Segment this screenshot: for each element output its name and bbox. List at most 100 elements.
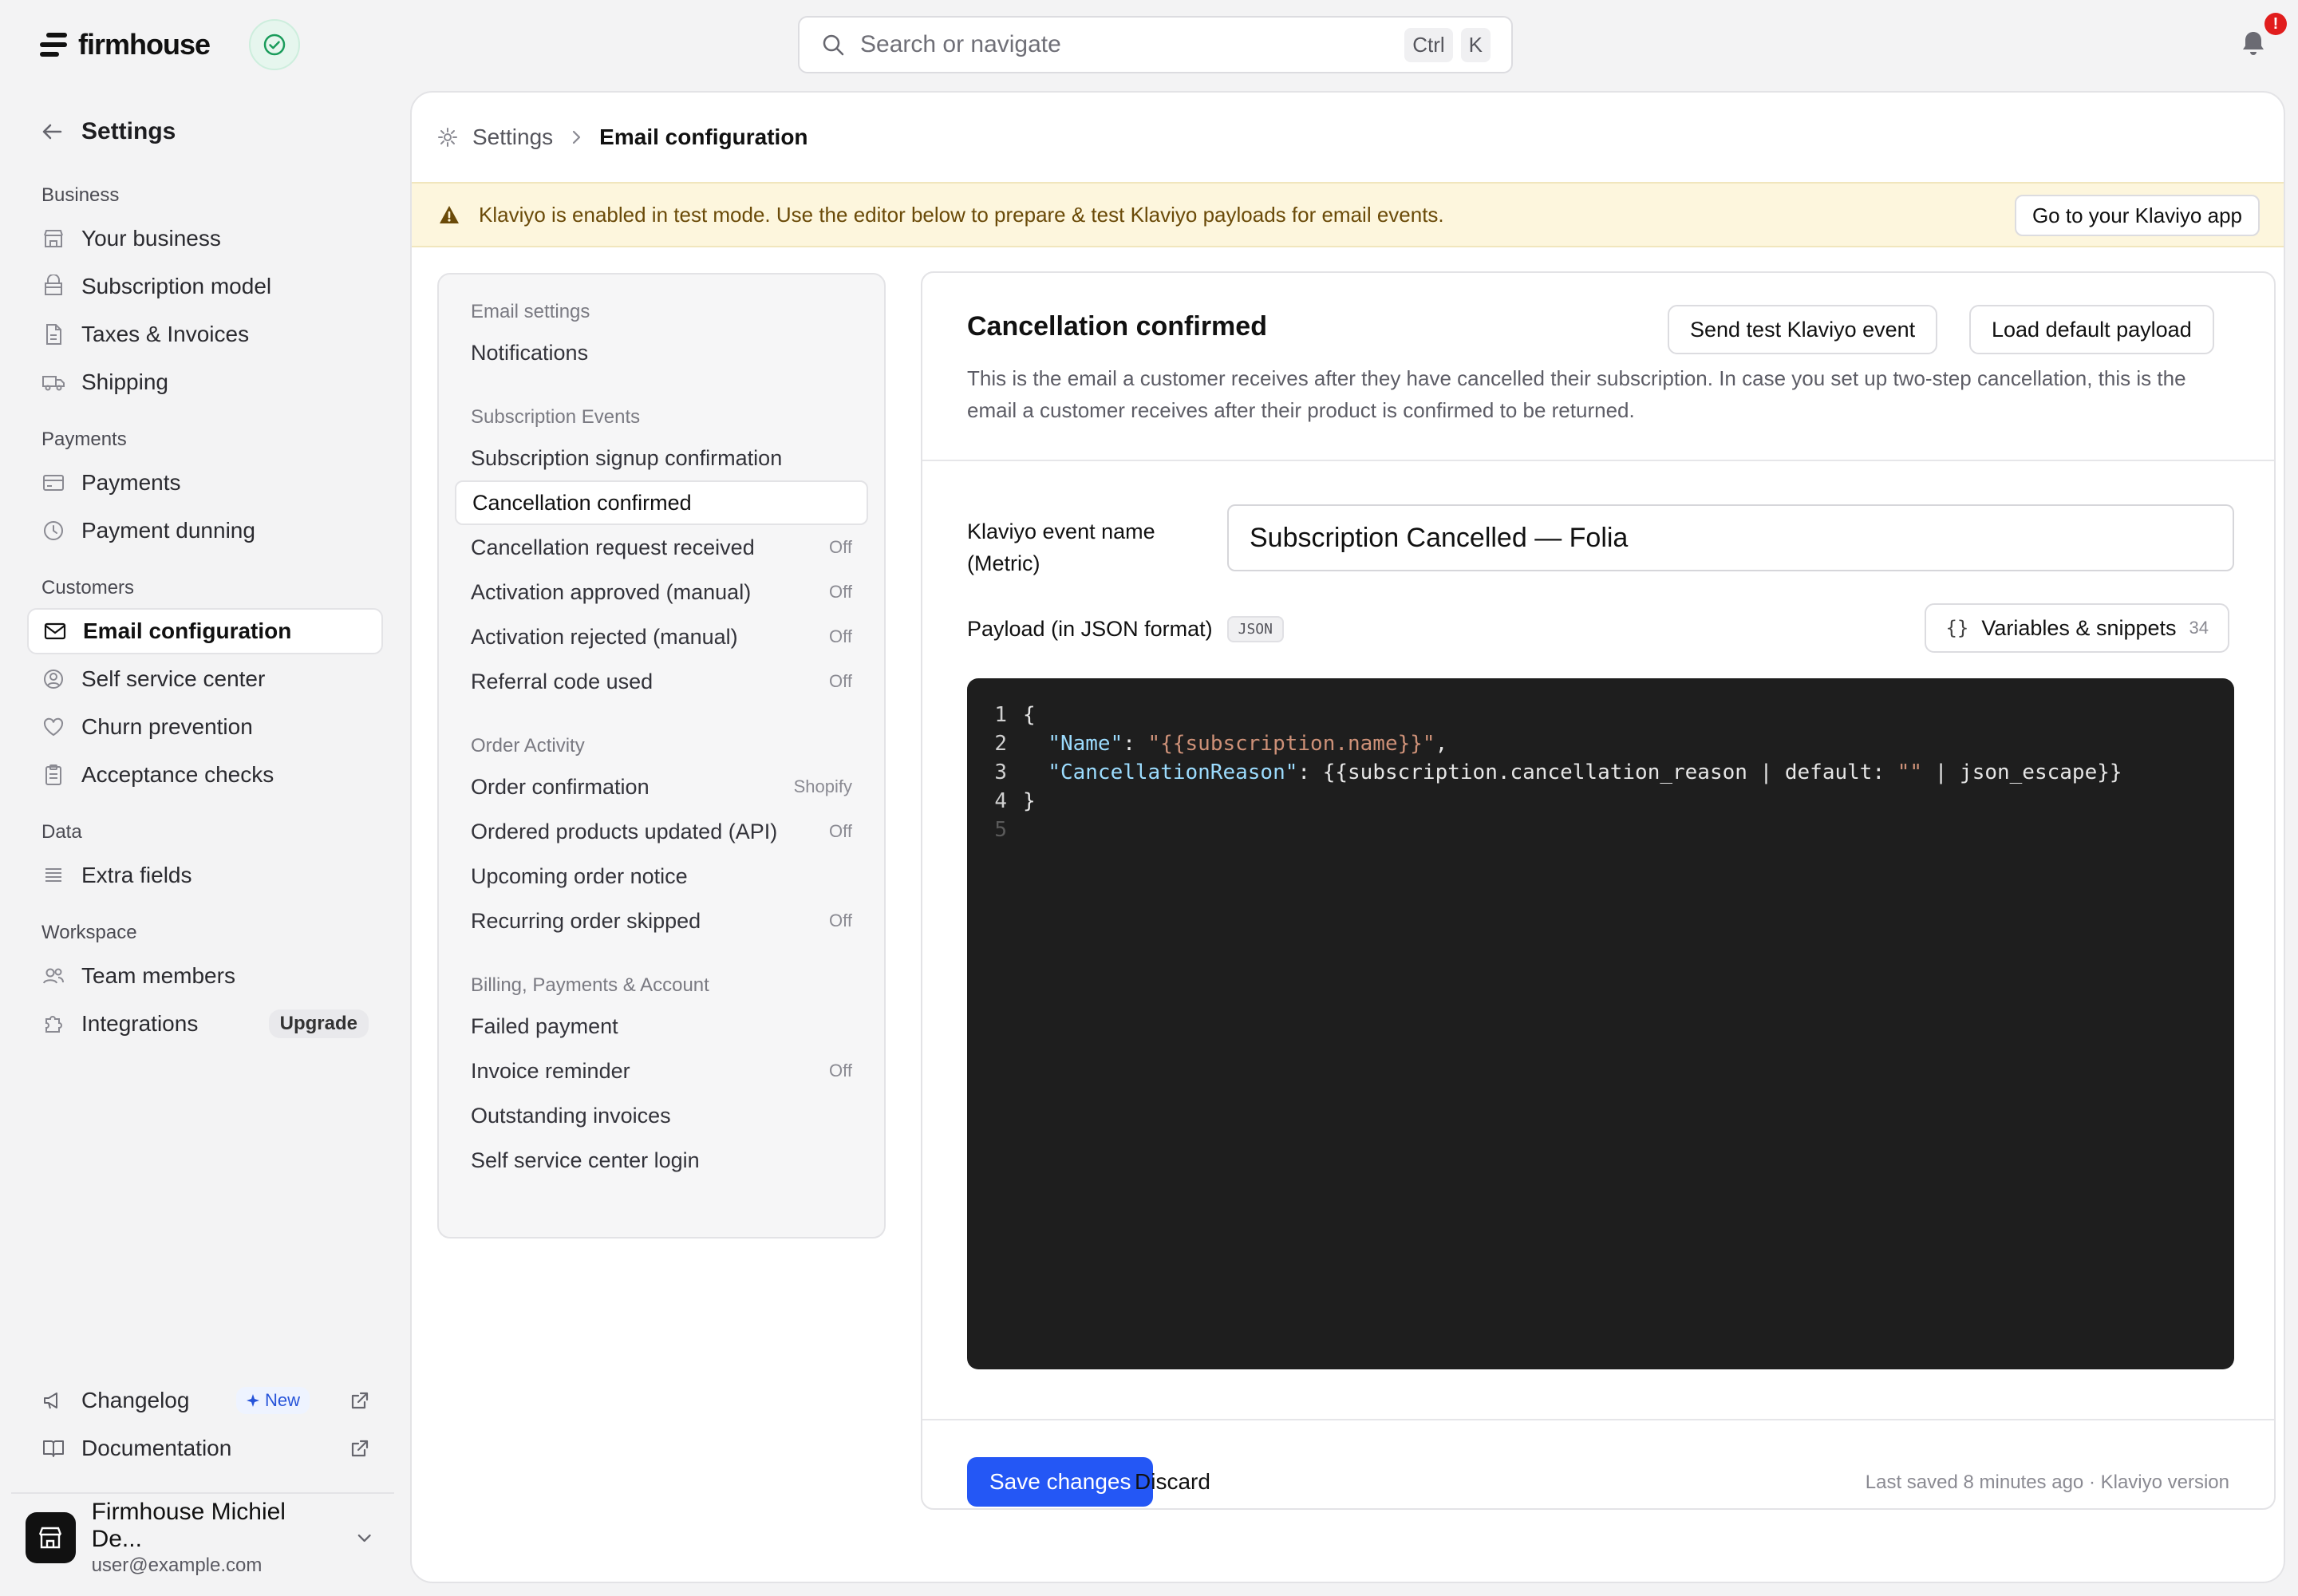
sidebar-item-taxes-invoices[interactable]: Taxes & Invoices bbox=[27, 311, 383, 358]
mail-icon bbox=[44, 622, 66, 640]
event-status-tag: Off bbox=[829, 626, 852, 646]
send-test-event-button[interactable]: Send test Klaviyo event bbox=[1668, 305, 1938, 354]
event-cancellation-request-received[interactable]: Cancellation request received Off bbox=[455, 525, 868, 570]
store-icon bbox=[39, 1527, 62, 1549]
sidebar-item-team-members[interactable]: Team members bbox=[27, 953, 383, 999]
event-subscription-signup-confirmation[interactable]: Subscription signup confirmation bbox=[455, 436, 868, 480]
upgrade-badge[interactable]: Upgrade bbox=[268, 1009, 369, 1038]
sidebar-item-payments[interactable]: Payments bbox=[27, 460, 383, 506]
account-email: user@example.com bbox=[91, 1555, 263, 1576]
save-changes-button[interactable]: Save changes bbox=[967, 1457, 1154, 1507]
event-referral-code-used[interactable]: Referral code used Off bbox=[455, 659, 868, 704]
sidebar-item-shipping[interactable]: Shipping bbox=[27, 359, 383, 405]
braces-icon: {} bbox=[1945, 617, 1969, 639]
shortcut-key-k: K bbox=[1460, 27, 1491, 62]
code-line: 5 bbox=[986, 816, 2234, 844]
sidebar-item-label: Churn prevention bbox=[81, 714, 253, 739]
code-token: {{subscription.cancellation_reason | def… bbox=[1322, 760, 1897, 784]
new-badge-label: New bbox=[264, 1390, 300, 1410]
sidebar-header[interactable]: Settings bbox=[40, 118, 176, 145]
global-search[interactable]: Search or navigate Ctrl K bbox=[798, 16, 1513, 73]
event-status-tag: Shopify bbox=[793, 776, 852, 796]
external-link-icon bbox=[351, 1392, 369, 1409]
json-code-editor[interactable]: 1{ 2 "Name": "{{subscription.name}}", 3 … bbox=[967, 678, 2234, 1369]
brand-logo[interactable]: firmhouse bbox=[38, 27, 211, 62]
breadcrumb-settings[interactable]: Settings bbox=[472, 124, 553, 150]
line-number: 5 bbox=[994, 818, 1007, 842]
event-label: Self service center login bbox=[471, 1148, 700, 1172]
sidebar-item-your-business[interactable]: Your business bbox=[27, 215, 383, 262]
document-icon bbox=[46, 324, 61, 345]
event-name-label: Klaviyo event name (Metric) bbox=[967, 519, 1155, 575]
sidebar-bottom-links: Changelog New Documentation bbox=[27, 1376, 383, 1473]
sidebar-item-label: Taxes & Invoices bbox=[81, 322, 250, 346]
event-ordered-products-updated[interactable]: Ordered products updated (API) Off bbox=[455, 809, 868, 854]
event-label: Invoice reminder bbox=[471, 1058, 630, 1083]
event-self-service-center-login[interactable]: Self service center login bbox=[455, 1138, 868, 1183]
event-status-tag: Off bbox=[829, 671, 852, 691]
event-name-input[interactable] bbox=[1227, 504, 2234, 571]
sidebar-item-extra-fields[interactable]: Extra fields bbox=[27, 852, 383, 899]
bell-icon[interactable] bbox=[2239, 29, 2268, 57]
events-group-order-activity: Order Activity bbox=[471, 735, 585, 757]
main-panel: Settings Email configuration Klaviyo is … bbox=[410, 91, 2285, 1583]
event-upcoming-order-notice[interactable]: Upcoming order notice bbox=[455, 854, 868, 899]
event-activation-approved[interactable]: Activation approved (manual) Off bbox=[455, 570, 868, 614]
last-saved-status: Last saved 8 minutes ago · Klaviyo versi… bbox=[1865, 1472, 2229, 1493]
sidebar-item-payment-dunning[interactable]: Payment dunning bbox=[27, 508, 383, 554]
brand-name: firmhouse bbox=[78, 28, 211, 61]
line-number: 3 bbox=[994, 760, 1007, 784]
nav-group-data: Data bbox=[41, 821, 82, 843]
sidebar-item-integrations[interactable]: Integrations Upgrade bbox=[27, 1001, 383, 1047]
clock-icon bbox=[44, 521, 63, 540]
sidebar-item-subscription-model[interactable]: Subscription model bbox=[27, 263, 383, 310]
load-default-payload-button[interactable]: Load default payload bbox=[1969, 305, 2214, 354]
go-to-klaviyo-button[interactable]: Go to your Klaviyo app bbox=[2014, 195, 2260, 236]
status-ok-indicator[interactable] bbox=[249, 19, 300, 70]
variables-snippets-button[interactable]: {} Variables & snippets 34 bbox=[1925, 603, 2229, 653]
sidebar-item-label: Your business bbox=[81, 226, 221, 251]
event-label: Ordered products updated (API) bbox=[471, 819, 778, 843]
editor-description: This is the email a customer receives af… bbox=[967, 366, 2186, 422]
search-icon bbox=[823, 34, 844, 56]
shortcut-key-ctrl: Ctrl bbox=[1404, 27, 1453, 62]
sidebar-item-self-service-center[interactable]: Self service center bbox=[27, 656, 383, 702]
sidebar-item-label: Payment dunning bbox=[81, 518, 255, 543]
discard-button[interactable]: Discard bbox=[1135, 1457, 1210, 1507]
event-outstanding-invoices[interactable]: Outstanding invoices bbox=[455, 1093, 868, 1138]
sidebar-item-churn-prevention[interactable]: Churn prevention bbox=[27, 704, 383, 750]
code-token: { bbox=[1023, 703, 1036, 727]
event-activation-rejected[interactable]: Activation rejected (manual) Off bbox=[455, 614, 868, 659]
code-line: 3 "CancellationReason": {{subscription.c… bbox=[986, 758, 2234, 787]
divider bbox=[922, 460, 2274, 461]
event-label: Activation approved (manual) bbox=[471, 579, 752, 604]
code-line: 1{ bbox=[986, 701, 2234, 729]
event-invoice-reminder[interactable]: Invoice reminder Off bbox=[455, 1049, 868, 1093]
event-label: Order confirmation bbox=[471, 774, 650, 799]
code-key: "Name" bbox=[1048, 732, 1123, 756]
nav-group-business: Business bbox=[41, 184, 120, 206]
event-label: Notifications bbox=[471, 340, 589, 365]
documentation-link[interactable]: Documentation bbox=[27, 1425, 383, 1472]
avatar bbox=[26, 1512, 76, 1563]
event-cancellation-confirmed[interactable]: Cancellation confirmed bbox=[455, 480, 868, 525]
code-token: } bbox=[1023, 789, 1036, 813]
event-order-confirmation[interactable]: Order confirmation Shopify bbox=[455, 764, 868, 809]
chevron-down-icon bbox=[357, 1534, 371, 1543]
event-notifications[interactable]: Notifications bbox=[455, 330, 868, 375]
event-label: Failed payment bbox=[471, 1013, 618, 1038]
sidebar-item-acceptance-checks[interactable]: Acceptance checks bbox=[27, 752, 383, 798]
changelog-label: Changelog bbox=[81, 1388, 190, 1412]
event-failed-payment[interactable]: Failed payment bbox=[455, 1004, 868, 1049]
changelog-link[interactable]: Changelog New bbox=[27, 1377, 383, 1424]
event-recurring-order-skipped[interactable]: Recurring order skipped Off bbox=[455, 899, 868, 943]
event-label: Subscription signup confirmation bbox=[471, 445, 783, 470]
account-switcher[interactable]: Firmhouse Michiel De... user@example.com bbox=[11, 1492, 394, 1582]
editor-title: Cancellation confirmed bbox=[967, 311, 1267, 342]
event-status-tag: Off bbox=[829, 1061, 852, 1080]
box-icon bbox=[45, 275, 62, 295]
code-string: "{{subscription.name}}" bbox=[1147, 732, 1435, 756]
arrow-left-icon bbox=[42, 124, 62, 140]
sidebar-item-email-configuration[interactable]: Email configuration bbox=[27, 608, 383, 654]
sidebar-item-label: Subscription model bbox=[81, 274, 272, 298]
